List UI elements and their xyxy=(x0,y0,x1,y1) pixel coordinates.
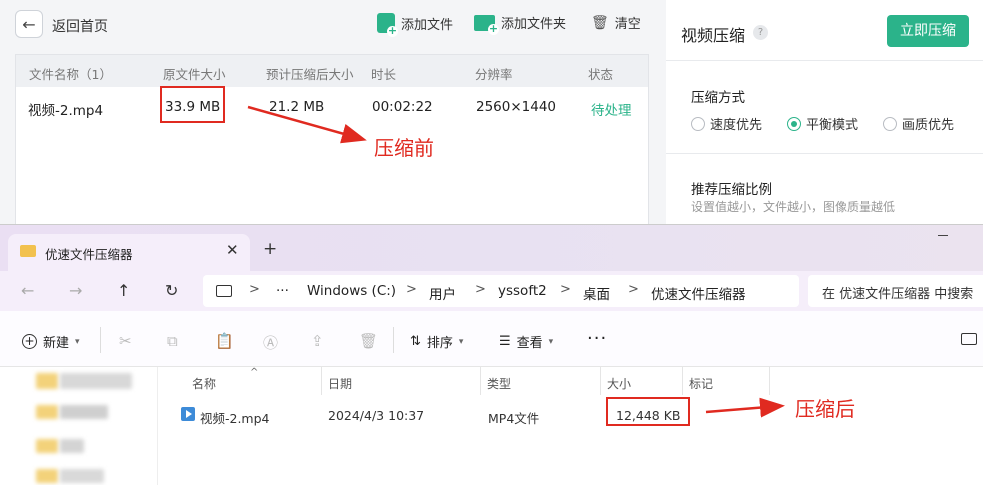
arrow-icon xyxy=(705,397,785,418)
arrow-icon xyxy=(247,105,367,144)
screenshot: ← 返回首页 添加文件 添加文件夹 🗑 清空 文件名称（1） 原文件大小 预计压… xyxy=(0,0,983,485)
annotation-after: 压缩后 xyxy=(795,397,855,421)
annotation-before: 压缩前 xyxy=(374,136,434,160)
